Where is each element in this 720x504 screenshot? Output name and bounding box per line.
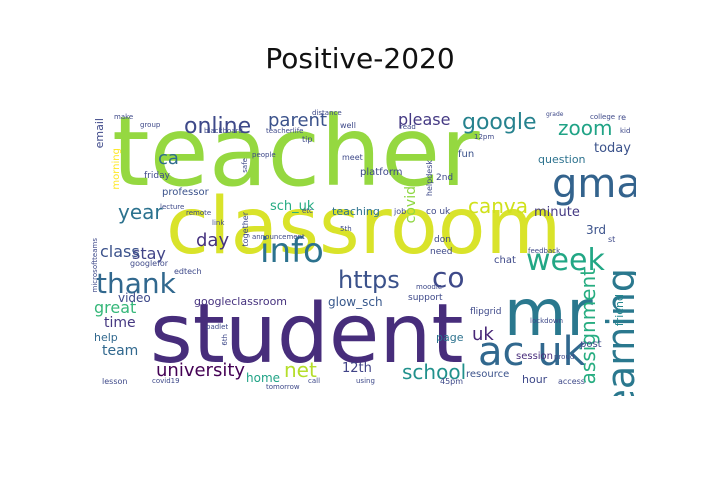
word-read: read xyxy=(400,123,416,131)
word-meet: meet xyxy=(342,153,363,162)
word-blackboard: blackboard xyxy=(204,127,243,135)
word-access: access xyxy=(558,377,585,386)
word-lockdown: lockdown xyxy=(530,317,564,325)
word-st: st xyxy=(608,235,616,244)
word-remote: remote xyxy=(186,209,212,217)
word-12th: 12th xyxy=(342,361,372,376)
word-year: year xyxy=(118,200,163,224)
word-distance: distance xyxy=(312,109,342,117)
word-minute: minute xyxy=(534,205,580,220)
word-session: session xyxy=(516,351,554,362)
word-microsoftteams: microsoftteams xyxy=(91,238,99,293)
page-title: Positive-2020 xyxy=(265,42,455,75)
word-gmail: gmail xyxy=(552,161,636,207)
word-hour: hour xyxy=(522,373,548,386)
word-learning: learning xyxy=(599,268,636,396)
word-zoom: zoom xyxy=(558,116,613,140)
word-page: page xyxy=(436,331,464,344)
word-day: day xyxy=(196,230,230,251)
word-5th: 5th xyxy=(340,225,352,233)
word-helpdesk: helpdesk xyxy=(425,160,434,197)
word-call: call xyxy=(308,377,321,385)
word-12pm: 12pm xyxy=(474,133,495,141)
word-google: google xyxy=(462,110,537,135)
word-cloud: teacher classroom student mr gmail info … xyxy=(90,108,636,396)
word-co-uk: co uk xyxy=(426,207,451,217)
word-ca: ca xyxy=(158,148,179,169)
word-group: group xyxy=(140,121,161,129)
word-assignment: assignment xyxy=(576,268,600,385)
word-together: together xyxy=(241,212,250,247)
word-3rd: 3rd xyxy=(586,223,606,237)
word-post: post xyxy=(580,339,602,350)
word-link: link xyxy=(212,219,225,227)
word-lecture: lecture xyxy=(160,203,185,211)
word-video: video xyxy=(118,291,151,305)
word-covid19: covid19 xyxy=(152,377,180,385)
word-glow-sch: glow_sch xyxy=(328,295,383,309)
word-tomorrow: tomorrow xyxy=(266,383,300,391)
word-help: help xyxy=(94,331,118,344)
word-feedback: feedback xyxy=(528,247,561,255)
word-announcement: announcement xyxy=(252,233,305,241)
word-covid: covid xyxy=(403,186,419,224)
word-canva: canva xyxy=(468,194,529,218)
word-45pm: 45pm xyxy=(440,377,464,386)
word-fun: fun xyxy=(458,149,475,160)
word-morning: morning xyxy=(111,148,122,190)
word-kid: kid xyxy=(620,127,631,135)
word-https: https xyxy=(338,266,400,294)
word-well: well xyxy=(340,121,356,130)
word-etc: etc xyxy=(302,207,313,215)
word-moodle: moodle xyxy=(416,283,443,291)
word-email: email xyxy=(93,118,106,149)
word-question: question xyxy=(538,153,586,166)
word-using: using xyxy=(356,377,375,385)
word-class: class xyxy=(100,242,140,261)
word-chat: chat xyxy=(494,255,516,266)
word-team: team xyxy=(102,343,139,359)
word-re: re xyxy=(618,113,627,122)
word-job: job xyxy=(394,207,407,216)
word-safe: safe xyxy=(241,158,249,173)
word-tip: tip xyxy=(302,135,313,144)
word-resource: resource xyxy=(466,369,510,380)
word-time: time xyxy=(104,315,136,331)
word-teacherlife: teacherlife xyxy=(266,127,304,135)
word-make: make xyxy=(114,113,134,121)
word-grade: grade xyxy=(546,111,564,118)
word-teaching: teaching xyxy=(332,205,380,218)
word-college: college xyxy=(590,113,616,121)
word-edtech: edtech xyxy=(174,267,202,276)
word-today: today xyxy=(594,141,631,156)
word-flipgrid: flipgrid xyxy=(470,307,502,317)
word-padlet: padlet xyxy=(206,323,229,331)
word-friday: friday xyxy=(144,171,170,181)
word-don: don xyxy=(434,235,451,245)
word-people: people xyxy=(252,151,276,159)
word-2nd: 2nd xyxy=(436,173,454,183)
word-6th: 6th xyxy=(221,334,229,346)
word-professor: professor xyxy=(162,187,209,198)
word-platform: platform xyxy=(360,167,403,178)
word-uk: uk xyxy=(472,324,494,345)
word-need: need xyxy=(430,247,453,257)
word-lesson: lesson xyxy=(102,377,128,386)
word-support: support xyxy=(408,293,443,303)
word-googleclassroom: googleclassroom xyxy=(194,295,288,308)
word-googlefor: googlefor xyxy=(130,259,169,268)
word-friend: friend xyxy=(613,294,626,327)
word-proud: proud xyxy=(554,353,575,361)
